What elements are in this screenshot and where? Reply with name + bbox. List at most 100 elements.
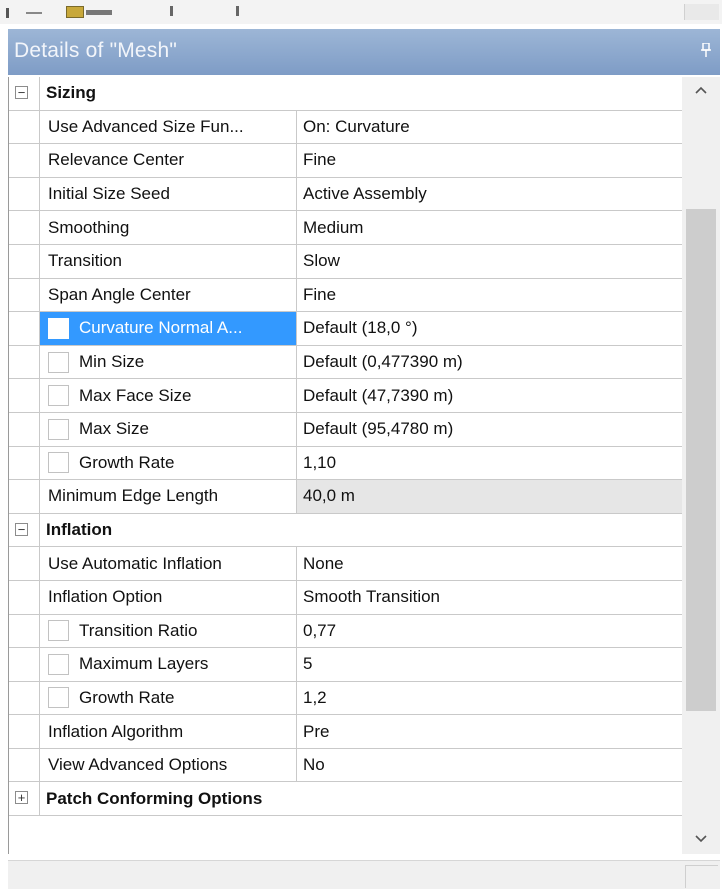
- toolbar-divider: [6, 8, 9, 18]
- property-row-inflation-growth-rate[interactable]: Growth Rate 1,2: [9, 681, 683, 716]
- property-value[interactable]: No: [297, 749, 683, 782]
- group-sizing-label: Sizing: [39, 77, 683, 110]
- scroll-up-chevron: [695, 86, 707, 94]
- property-label-cell: Growth Rate: [39, 681, 297, 715]
- property-label: Use Advanced Size Fun...: [39, 110, 297, 144]
- property-label: Curvature Normal A...: [79, 318, 243, 338]
- collapse-icon[interactable]: −: [15, 522, 28, 536]
- property-value[interactable]: On: Curvature: [297, 111, 683, 144]
- property-row-relevance-center[interactable]: Relevance Center Fine: [9, 144, 683, 178]
- property-row-min-size[interactable]: Min Size Default (0,477390 m): [9, 345, 683, 380]
- group-patch-label: Patch Conforming Options: [39, 782, 683, 816]
- property-row-view-advanced-options[interactable]: View Advanced Options No: [9, 748, 683, 783]
- scroll-down-chevron: [695, 835, 707, 843]
- group-sizing[interactable]: − Sizing: [9, 77, 683, 111]
- top-toolbar-fragment: [0, 0, 722, 24]
- toolbar-right-fragment: [684, 4, 719, 20]
- property-row-curvature-normal-angle[interactable]: Curvature Normal A... Default (18,0 °): [9, 312, 683, 346]
- property-label: Relevance Center: [39, 144, 297, 177]
- property-label: Max Face Size: [79, 385, 192, 405]
- property-row-inflation-algorithm[interactable]: Inflation Algorithm Pre: [9, 715, 683, 749]
- scroll-down-icon[interactable]: [682, 826, 720, 854]
- property-label: Min Size: [79, 352, 145, 372]
- property-row-transition-ratio[interactable]: Transition Ratio 0,77: [9, 614, 683, 649]
- group-patch-conforming-options[interactable]: + Patch Conforming Options: [9, 782, 683, 817]
- property-label: Growth Rate: [79, 452, 175, 472]
- pin-icon-svg: [701, 42, 711, 57]
- property-value[interactable]: 1,2: [297, 682, 683, 715]
- status-bar: [8, 860, 720, 889]
- toolbar-item-fragment: [86, 10, 112, 15]
- property-row-max-face-size[interactable]: Max Face Size Default (47,7390 m): [9, 379, 683, 413]
- details-title-bar: Details of "Mesh": [8, 29, 720, 75]
- property-row-growth-rate[interactable]: Growth Rate 1,10: [9, 446, 683, 481]
- parameter-checkbox[interactable]: [48, 385, 69, 407]
- resize-grip[interactable]: [685, 865, 718, 888]
- pin-icon[interactable]: [700, 42, 712, 60]
- property-value[interactable]: Medium: [297, 211, 683, 244]
- property-value[interactable]: Fine: [297, 279, 683, 312]
- folder-icon[interactable]: [66, 6, 84, 18]
- property-row-use-automatic-inflation[interactable]: Use Automatic Inflation None: [9, 547, 683, 581]
- details-title: Details of "Mesh": [14, 39, 178, 62]
- property-label: Inflation Option: [39, 580, 297, 614]
- property-value[interactable]: Default (0,477390 m): [297, 346, 683, 379]
- property-label: Minimum Edge Length: [39, 480, 297, 513]
- property-label: Transition: [39, 244, 297, 278]
- scrollbar-thumb[interactable]: [686, 209, 716, 711]
- toolbar-separator: [26, 12, 42, 14]
- parameter-checkbox[interactable]: [48, 620, 69, 642]
- toolbar-divider: [236, 6, 239, 16]
- property-label: Growth Rate: [79, 687, 175, 707]
- property-row-span-angle-center[interactable]: Span Angle Center Fine: [9, 278, 683, 313]
- property-label-cell: Transition Ratio: [39, 614, 297, 648]
- property-value[interactable]: Pre: [297, 715, 683, 748]
- group-inflation-label: Inflation: [39, 513, 683, 547]
- property-label: Use Automatic Inflation: [39, 547, 297, 580]
- scroll-up-icon[interactable]: [682, 77, 720, 105]
- property-label-cell: Max Size: [39, 412, 297, 446]
- property-row-initial-size-seed[interactable]: Initial Size Seed Active Assembly: [9, 177, 683, 212]
- property-value-readonly: 40,0 m: [297, 480, 683, 513]
- parameter-checkbox[interactable]: [48, 317, 69, 339]
- property-label-cell: Min Size: [39, 345, 297, 379]
- property-label-cell: Max Face Size: [39, 379, 297, 412]
- parameter-checkbox[interactable]: [48, 418, 69, 440]
- property-label: Maximum Layers: [79, 654, 209, 674]
- group-inflation[interactable]: − Inflation: [9, 513, 683, 548]
- property-row-minimum-edge-length[interactable]: Minimum Edge Length 40,0 m: [9, 480, 683, 514]
- property-value[interactable]: Default (47,7390 m): [297, 379, 683, 412]
- parameter-checkbox[interactable]: [48, 452, 69, 474]
- expand-icon[interactable]: +: [15, 791, 28, 805]
- parameter-checkbox[interactable]: [48, 687, 69, 709]
- property-value[interactable]: 0,77: [297, 615, 683, 648]
- property-value[interactable]: None: [297, 547, 683, 580]
- property-row-max-size[interactable]: Max Size Default (95,4780 m): [9, 412, 683, 447]
- property-value[interactable]: 1,10: [297, 447, 683, 480]
- vertical-scrollbar[interactable]: [682, 77, 720, 854]
- property-row-smoothing[interactable]: Smoothing Medium: [9, 211, 683, 245]
- property-label: Smoothing: [39, 211, 297, 244]
- property-label-cell: Growth Rate: [39, 446, 297, 480]
- parameter-checkbox[interactable]: [48, 351, 69, 373]
- property-value[interactable]: Default (95,4780 m): [297, 413, 683, 446]
- details-property-grid: − Sizing Use Advanced Size Fun... On: Cu…: [8, 77, 684, 854]
- property-value[interactable]: 5: [297, 648, 683, 681]
- property-value[interactable]: Slow: [297, 245, 683, 278]
- property-row-maximum-layers[interactable]: Maximum Layers 5: [9, 648, 683, 682]
- property-label: View Advanced Options: [39, 748, 297, 782]
- property-row-inflation-option[interactable]: Inflation Option Smooth Transition: [9, 580, 683, 615]
- property-label: Max Size: [79, 419, 149, 439]
- property-row-transition[interactable]: Transition Slow: [9, 244, 683, 279]
- parameter-checkbox[interactable]: [48, 653, 69, 675]
- property-value[interactable]: Fine: [297, 144, 683, 177]
- property-label: Initial Size Seed: [39, 177, 297, 211]
- property-label: Transition Ratio: [79, 620, 198, 640]
- collapse-icon[interactable]: −: [15, 86, 28, 99]
- property-label: Inflation Algorithm: [39, 715, 297, 748]
- property-value[interactable]: Active Assembly: [297, 178, 683, 211]
- property-row-use-advanced-size-function[interactable]: Use Advanced Size Fun... On: Curvature: [9, 110, 683, 145]
- property-value[interactable]: Smooth Transition: [297, 581, 683, 614]
- details-panel: Details of "Mesh" − Sizing Use Advanced …: [8, 29, 720, 881]
- property-value[interactable]: Default (18,0 °): [297, 312, 683, 345]
